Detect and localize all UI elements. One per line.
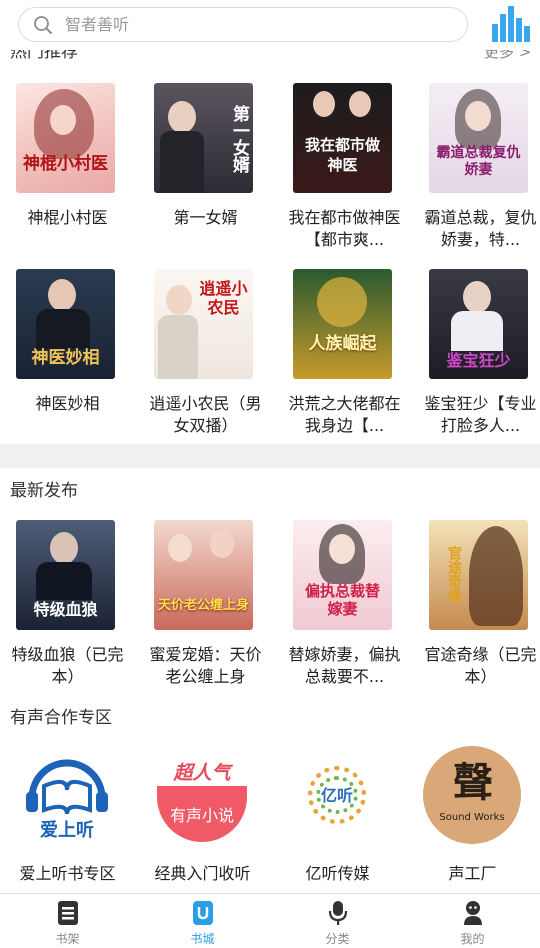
audio-partner-card[interactable]: 亿听 亿听传媒 (270, 746, 405, 896)
book-card[interactable]: 人族崛起 洪荒之大佬都在我身边【... (277, 269, 412, 449)
audio-partner-card[interactable]: 超人气 有声小说 经典入门收听 (135, 746, 270, 896)
aishangting-logo: 爱上听 (18, 746, 116, 844)
cover-title: 人族崛起 (308, 334, 377, 354)
hot-row-1: 神棍小村医 神棍小村医 第一女婿 第一女婿 我在都市做神医 我在都市做神医【都市… (0, 83, 540, 263)
book-cover: 逍遥小农民 (154, 269, 253, 379)
book-card[interactable]: 第一女婿 第一女婿 (138, 83, 273, 263)
cover-title: 偏执总裁替嫁妻 (304, 582, 380, 618)
cover-title: 鉴宝狂少 (446, 351, 511, 370)
book-cover: 特级血狼 (16, 520, 115, 630)
section-divider (0, 444, 540, 468)
book-title: 霸道总裁，复仇娇妻，特... (424, 208, 537, 249)
bottom-nav: 书架 书城 分类 我的 (0, 893, 540, 948)
top-bar: 智者善听 (0, 0, 540, 48)
book-cover: 官途奇缘 (429, 520, 528, 630)
ranking-chart-icon[interactable] (490, 4, 532, 44)
book-cover: 人族崛起 (293, 269, 392, 379)
audio-partner-card[interactable]: 爱上听 爱上听书专区 (0, 746, 135, 896)
book-title: 替嫁娇妻，偏执总裁要不... (288, 645, 401, 686)
section-title-audio: 有声合作专区 (10, 708, 112, 728)
book-cover: 我在都市做神医 (293, 83, 392, 193)
latest-row: 特级血狼 特级血狼（已完本） 天价老公缠上身 蜜爱宠婚：天价老公缠上身 偏执总裁… (0, 520, 540, 700)
section-title-latest: 最新发布 (10, 481, 78, 501)
nav-label: 分类 (325, 932, 350, 946)
nav-profile[interactable]: 我的 (405, 898, 540, 948)
book-card[interactable]: 霸道总裁复仇娇妻 霸道总裁，复仇娇妻，特... (413, 83, 540, 263)
nav-category[interactable]: 分类 (270, 898, 405, 948)
book-card[interactable]: 神医妙相 神医妙相 (0, 269, 135, 449)
cover-title: 神棍小村医 (23, 154, 108, 174)
book-card[interactable]: 鉴宝狂少 鉴宝狂少【专业打脸多人... (413, 269, 540, 449)
book-cover: 天价老公缠上身 (154, 520, 253, 630)
book-cover: 鉴宝狂少 (429, 269, 528, 379)
audio-row: 爱上听 爱上听书专区 超人气 有声小说 经典入门收听 亿听 亿听传媒 聲 Sou… (0, 746, 540, 896)
sound-works-logo: 聲 Sound Works (423, 746, 521, 844)
book-card[interactable]: 我在都市做神医 我在都市做神医【都市爽... (277, 83, 412, 263)
yiting-logo-text: 亿听 (320, 786, 353, 805)
microphone-icon (328, 901, 348, 925)
book-card[interactable]: 官途奇缘 官途奇缘（已完本） (413, 520, 540, 700)
nav-label: 书城 (190, 932, 215, 946)
cover-title: 我在都市做神医 (304, 136, 380, 174)
book-title: 第一女婿 (173, 208, 238, 227)
book-card[interactable]: 偏执总裁替嫁妻 替嫁娇妻，偏执总裁要不... (277, 520, 412, 700)
nav-bookshelf[interactable]: 书架 (0, 898, 135, 948)
sound-works-logo-text: Sound Works (439, 812, 505, 823)
book-title: 逍遥小农民（男女双播） (149, 394, 262, 435)
book-cover: 第一女婿 (154, 83, 253, 193)
book-card[interactable]: 天价老公缠上身 蜜爱宠婚：天价老公缠上身 (138, 520, 273, 700)
nav-label: 我的 (460, 932, 485, 946)
classic-logo-text: 有声小说 (169, 806, 234, 825)
cover-title: 天价老公缠上身 (158, 598, 250, 613)
cover-title: 神医妙相 (31, 348, 100, 368)
book-title: 我在都市做神医【都市爽... (288, 208, 401, 249)
classic-novel-logo: 超人气 有声小说 (153, 746, 251, 844)
book-title: 官途奇缘（已完本） (424, 645, 537, 686)
hot-row-2: 神医妙相 神医妙相 逍遥小农民 逍遥小农民（男女双播） 人族崛起 洪荒之大佬都在… (0, 269, 540, 449)
book-card[interactable]: 神棍小村医 神棍小村医 (0, 83, 135, 263)
book-cover: 神棍小村医 (16, 83, 115, 193)
audio-partner-label: 亿听传媒 (305, 864, 370, 883)
book-title: 神医妙相 (35, 394, 100, 413)
book-title: 特级血狼（已完本） (11, 645, 124, 686)
audio-partner-label: 爱上听书专区 (19, 864, 116, 883)
bookshelf-icon (58, 901, 78, 925)
book-title: 鉴宝狂少【专业打脸多人... (424, 394, 537, 435)
search-placeholder: 智者善听 (65, 15, 130, 34)
store-icon (193, 901, 213, 925)
book-title: 神棍小村医 (27, 208, 108, 227)
book-card[interactable]: 特级血狼 特级血狼（已完本） (0, 520, 135, 700)
search-input[interactable]: 智者善听 (18, 7, 468, 42)
book-cover: 偏执总裁替嫁妻 (293, 520, 392, 630)
audio-partner-label: 经典入门收听 (154, 864, 251, 883)
cover-title: 特级血狼 (33, 600, 98, 619)
audio-partner-label: 声工厂 (448, 864, 497, 883)
book-cover: 霸道总裁复仇娇妻 (429, 83, 528, 193)
audio-partner-card[interactable]: 聲 Sound Works 声工厂 (405, 746, 540, 896)
aishangting-logo-text: 爱上听 (40, 820, 94, 841)
book-cover: 神医妙相 (16, 269, 115, 379)
yiting-logo: 亿听 (288, 746, 386, 844)
book-title: 洪荒之大佬都在我身边【... (288, 394, 401, 435)
cover-title: 霸道总裁复仇娇妻 (436, 145, 521, 178)
book-title: 蜜爱宠婚：天价老公缠上身 (149, 645, 262, 686)
cover-title: 逍遥小农民 (199, 279, 248, 317)
classic-logo-top-text: 超人气 (173, 762, 231, 784)
user-icon (464, 901, 482, 925)
cover-title: 官途奇缘 (446, 546, 462, 602)
cover-title: 第一女婿 (229, 105, 249, 173)
nav-label: 书架 (55, 932, 80, 946)
book-card[interactable]: 逍遥小农民 逍遥小农民（男女双播） (138, 269, 273, 449)
nav-store[interactable]: 书城 (135, 898, 270, 948)
search-icon (34, 16, 52, 34)
